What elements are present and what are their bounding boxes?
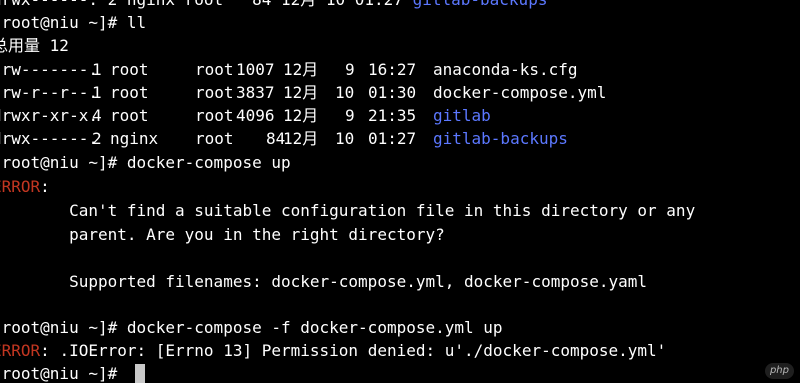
ls-size: 4096 xyxy=(236,106,275,125)
ls-links: 2 xyxy=(92,129,102,148)
ls-owner: root xyxy=(110,106,149,125)
message-text: Can't find a suitable configuration file… xyxy=(0,201,696,220)
ls-filename: anaconda-ks.cfg xyxy=(433,60,578,79)
ls-time: 16:27 xyxy=(368,60,417,79)
ls-owner: nginx xyxy=(110,129,159,148)
command-text: docker-compose -f docker-compose.yml up xyxy=(126,318,503,337)
message-text: parent. Are you in the right directory? xyxy=(0,225,445,244)
ls-day: 10 xyxy=(335,83,355,102)
ls-dirname: gitlab-backups xyxy=(433,129,568,148)
terminal-window[interactable]: drwx------. 2 nginx root 84 12月 10 01:27… xyxy=(0,0,800,383)
ls-group: root xyxy=(195,60,234,79)
ls-row: -rw-------. 1 root root 1007 12月 9 16:27… xyxy=(0,58,800,81)
ls-links: 1 xyxy=(92,60,102,79)
error-colon: : xyxy=(40,177,50,196)
ls-day: 9 xyxy=(345,106,355,125)
ls-day: 9 xyxy=(345,60,355,79)
ls-group: root xyxy=(195,83,234,102)
error-label: ERROR xyxy=(0,177,41,196)
terminal-line-compose-up: [root@niu ~]# docker-compose up xyxy=(0,151,291,174)
ls-time: 01:30 xyxy=(368,83,417,102)
terminal-line-message: parent. Are you in the right directory? xyxy=(0,223,445,246)
terminal-line-message: Supported filenames: docker-compose.yml,… xyxy=(0,270,647,293)
shell-prompt: [root@niu ~]# xyxy=(0,318,127,337)
ls-perms: drwxr-xr-x. xyxy=(0,106,98,125)
ls-dirname: gitlab xyxy=(433,106,491,125)
ls-size: 1007 xyxy=(236,60,275,79)
ls-month: 12月 xyxy=(283,129,319,148)
terminal-line-message: Can't find a suitable configuration file… xyxy=(0,199,695,222)
ls-links: 1 xyxy=(92,83,102,102)
ls-group: root xyxy=(195,106,234,125)
ls-month: 12月 xyxy=(283,83,319,102)
shell-prompt: [root@niu ~]# xyxy=(0,364,127,383)
terminal-line-ll: [root@niu ~]# ll xyxy=(0,11,146,34)
ls-perms: -rw-------. xyxy=(0,60,98,79)
ls-day: 10 xyxy=(335,129,355,148)
total-text: 总用量 12 xyxy=(0,36,69,55)
terminal-line-total: 总用量 12 xyxy=(0,34,69,57)
watermark-badge: php xyxy=(764,363,794,379)
terminal-line-current-prompt[interactable]: [root@niu ~]# xyxy=(0,362,127,383)
terminal-cursor xyxy=(135,364,145,383)
message-text: Supported filenames: docker-compose.yml,… xyxy=(0,272,648,291)
partial-dir-name: gitlab-backups xyxy=(413,0,548,9)
ls-time: 01:27 xyxy=(368,129,417,148)
ls-month: 12月 xyxy=(283,60,319,79)
ls-row: drwxr-xr-x. 4 root root 4096 12月 9 21:35… xyxy=(0,104,800,127)
ls-row: drwx------. 2 nginx root 84 12月 10 01:27… xyxy=(0,127,800,150)
command-text: ll xyxy=(126,13,147,32)
partial-prefix: drwx------. 2 nginx root 84 12月 10 01:27 xyxy=(0,0,413,9)
ls-owner: root xyxy=(110,83,149,102)
ls-size: 3837 xyxy=(236,83,275,102)
ls-perms: -rw-r--r--. xyxy=(0,83,98,102)
ls-owner: root xyxy=(110,60,149,79)
ls-group: root xyxy=(195,129,234,148)
ls-filename: docker-compose.yml xyxy=(433,83,607,102)
ls-row: -rw-r--r--. 1 root root 3837 12月 10 01:3… xyxy=(0,81,800,104)
shell-prompt: [root@niu ~]# xyxy=(0,13,127,32)
ls-links: 4 xyxy=(92,106,102,125)
terminal-line-partial: drwx------. 2 nginx root 84 12月 10 01:27… xyxy=(0,0,547,11)
terminal-line-ioerror: ERROR: .IOError: [Errno 13] Permission d… xyxy=(0,339,666,362)
shell-prompt: [root@niu ~]# xyxy=(0,153,127,172)
command-text: docker-compose up xyxy=(126,153,291,172)
terminal-line-error: ERROR: xyxy=(0,175,50,198)
error-label: ERROR xyxy=(0,341,41,360)
ls-time: 21:35 xyxy=(368,106,417,125)
error-message: : .IOError: [Errno 13] Permission denied… xyxy=(40,341,667,360)
ls-month: 12月 xyxy=(283,106,319,125)
ls-perms: drwx------. xyxy=(0,129,98,148)
terminal-line-compose-up-f: [root@niu ~]# docker-compose -f docker-c… xyxy=(0,316,503,339)
